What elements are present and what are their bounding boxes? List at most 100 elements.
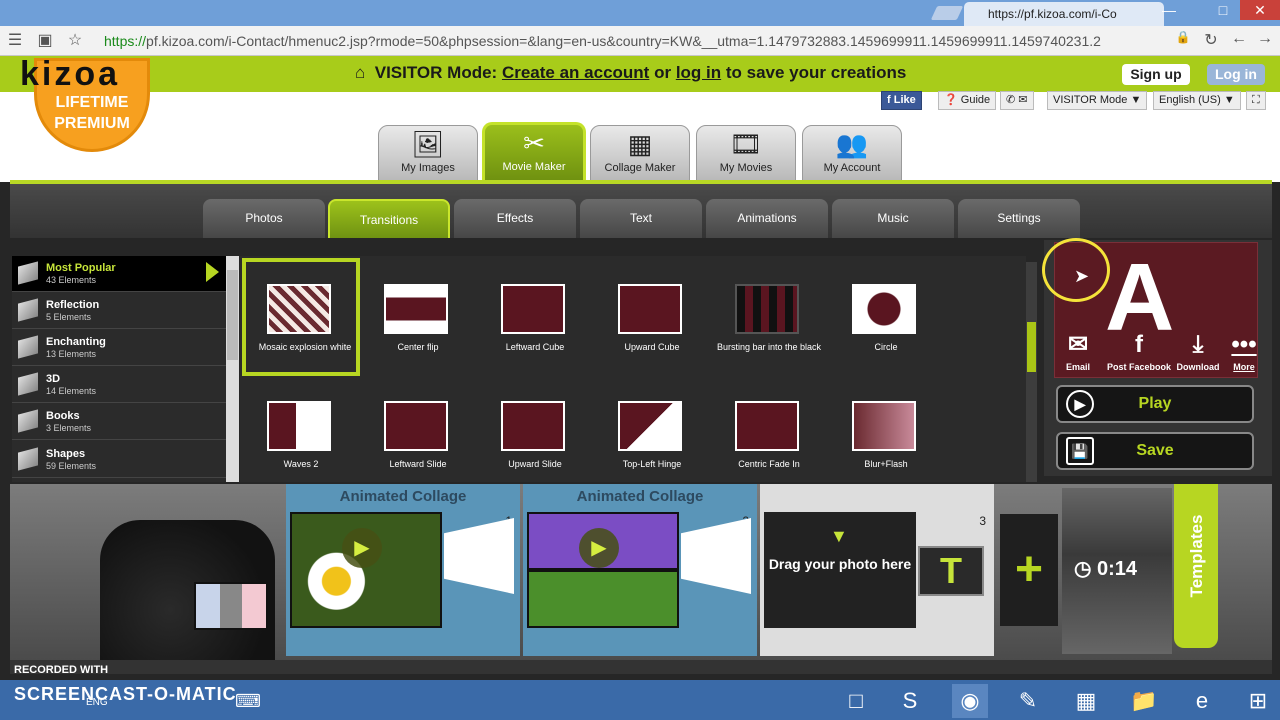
back-icon[interactable]: ← — [1228, 30, 1250, 48]
forward-icon[interactable]: → — [1254, 30, 1276, 48]
category-3d[interactable]: 3D 14 Elements — [12, 367, 226, 403]
house-icon[interactable]: ⌂ — [355, 63, 365, 82]
category-reflection[interactable]: Reflection 5 Elements — [12, 293, 226, 329]
subtab-text[interactable]: Text — [580, 199, 702, 238]
app-icon[interactable]: ✎ — [1010, 684, 1046, 718]
book-icon — [18, 298, 38, 322]
windows-start-icon[interactable]: ⊞ — [1240, 684, 1276, 718]
facebook-like-button[interactable]: f Like — [881, 91, 922, 110]
tab-collage-maker[interactable]: ▦ Collage Maker — [590, 125, 690, 181]
log-in-link[interactable]: log in — [676, 63, 721, 82]
menu-icon[interactable]: ☰ — [4, 30, 26, 50]
subtab-settings[interactable]: Settings — [958, 199, 1080, 238]
scroll-thumb[interactable] — [227, 270, 238, 360]
timeline-scrollbar[interactable] — [10, 660, 1272, 674]
templates-tab[interactable]: Templates — [1174, 484, 1218, 648]
office-icon[interactable]: ▦ — [1068, 684, 1104, 718]
email-share[interactable]: ✉ Email — [1058, 328, 1098, 372]
close-icon[interactable]: ✕ — [1240, 0, 1280, 20]
snipping-tool-icon[interactable]: □ — [838, 684, 874, 718]
add-slide-button[interactable]: + — [1000, 514, 1058, 626]
transition-mosaic-explosion-white[interactable]: Mosaic explosion white — [242, 258, 360, 376]
category-count: 59 Elements — [46, 461, 97, 471]
transition-upward-slide[interactable]: Upward Slide — [476, 375, 594, 493]
transition-label: Top-Left Hinge — [622, 459, 682, 469]
tab-my-account[interactable]: 👥 My Account — [802, 125, 902, 181]
internet-explorer-icon[interactable]: e — [1184, 684, 1220, 718]
download-share[interactable]: ⤓ Download — [1174, 328, 1222, 372]
play-button[interactable]: ▶ Play — [1056, 385, 1254, 423]
kizoa-logo[interactable]: kizoa — [20, 55, 120, 94]
facebook-share[interactable]: f Post Facebook — [1102, 328, 1176, 372]
guide-button[interactable]: ❓ Guide — [938, 91, 997, 110]
chrome-icon[interactable]: ◉ — [952, 684, 988, 718]
play-icon[interactable]: ▶ — [579, 528, 619, 568]
fullscreen-icon[interactable]: ⛶ — [1246, 91, 1266, 110]
transition-blur-flash[interactable]: Blur+Flash — [827, 375, 945, 493]
save-button[interactable]: 💾 Save — [1056, 432, 1254, 470]
visitor-mode-select[interactable]: VISITOR Mode ▼ — [1047, 91, 1148, 110]
folder-icon[interactable]: 📁 — [1126, 684, 1162, 718]
transition-center-flip[interactable]: Center flip — [359, 258, 477, 376]
subtab-photos[interactable]: Photos — [203, 199, 325, 238]
maximize-icon[interactable]: □ — [1208, 0, 1238, 20]
category-scrollbar[interactable] — [226, 256, 239, 482]
tab-movie-maker[interactable]: ✂ Movie Maker — [482, 122, 586, 182]
subtab-animations[interactable]: Animations — [706, 199, 828, 238]
sign-up-button[interactable]: Sign up — [1122, 64, 1190, 85]
skype-icon[interactable]: S — [892, 684, 928, 718]
category-enchanting[interactable]: Enchanting 13 Elements — [12, 330, 226, 366]
language-indicator[interactable]: ENG — [86, 697, 108, 708]
transition-centric-fade-in[interactable]: Centric Fade In — [710, 375, 828, 493]
subtab-music[interactable]: Music — [832, 199, 954, 238]
home-icon[interactable]: ▣ — [34, 30, 56, 50]
transition-circle[interactable]: Circle — [827, 258, 945, 376]
language-label: English (US) — [1159, 94, 1221, 106]
category-books[interactable]: Books 3 Elements — [12, 404, 226, 440]
contact-button[interactable]: ✆ ✉ — [1000, 91, 1034, 110]
add-text-button[interactable]: T — [918, 546, 984, 596]
transition-top-left-hinge[interactable]: Top-Left Hinge — [593, 375, 711, 493]
timeline-slot-1[interactable]: Animated Collage 1 ▶ — [286, 484, 520, 656]
subtab-transitions[interactable]: Transitions — [328, 199, 450, 238]
transition-waves-2[interactable]: Waves 2 — [242, 375, 360, 493]
url-field[interactable]: https://pf.kizoa.com/i-Contact/hmenuc2.j… — [104, 31, 1170, 51]
star-icon[interactable]: ☆ — [64, 30, 86, 50]
duration-display: ◷ 0:14 — [1074, 556, 1137, 581]
transition-marker[interactable] — [444, 518, 514, 594]
tab-my-images[interactable]: 🖼 My Images — [378, 125, 478, 181]
scroll-thumb[interactable] — [1027, 322, 1036, 372]
transition-label: Circle — [874, 342, 898, 352]
transition-thumbnail — [618, 284, 682, 334]
transition-label: Mosaic explosion white — [258, 342, 352, 352]
drop-zone[interactable]: ▼ Drag your photo here — [764, 512, 916, 628]
tab-label: My Movies — [719, 162, 773, 174]
subtab-effects[interactable]: Effects — [454, 199, 576, 238]
more-share[interactable]: ••• More — [1228, 328, 1260, 372]
log-in-button[interactable]: Log in — [1207, 64, 1265, 85]
minimize-icon[interactable]: — — [1154, 0, 1184, 20]
transition-bursting-bar-into-the-black[interactable]: Bursting bar into the black — [710, 258, 828, 376]
category-shapes[interactable]: Shapes 59 Elements — [12, 442, 226, 478]
transition-marker[interactable] — [681, 518, 751, 594]
book-icon — [18, 372, 38, 396]
transition-label: Leftward Cube — [505, 342, 565, 352]
transition-label: Leftward Slide — [389, 459, 447, 469]
create-account-link[interactable]: Create an account — [502, 63, 649, 82]
collage-icon: ▦ — [627, 129, 653, 159]
like-label: Like — [893, 94, 916, 106]
tab-my-movies[interactable]: 🎞 My Movies — [696, 125, 796, 181]
transitions-scrollbar[interactable] — [1026, 262, 1037, 482]
reload-icon[interactable]: ↻ — [1200, 30, 1222, 50]
transition-leftward-slide[interactable]: Leftward Slide — [359, 375, 477, 493]
browser-tab[interactable]: https://pf.kizoa.com/i-Co — [964, 2, 1164, 26]
timeline-slot-2[interactable]: Animated Collage 2 ▶ — [523, 484, 757, 656]
play-icon[interactable]: ▶ — [342, 528, 382, 568]
transition-leftward-cube[interactable]: Leftward Cube — [476, 258, 594, 376]
language-select[interactable]: English (US) ▼ — [1153, 91, 1241, 110]
keyboard-icon[interactable]: ⌨ — [230, 684, 266, 718]
category-most-popular[interactable]: Most Popular 43 Elements — [12, 256, 226, 292]
transition-upward-cube[interactable]: Upward Cube — [593, 258, 711, 376]
play-arrow-icon — [206, 262, 219, 282]
screen: https://pf.kizoa.com/i-Co — □ ✕ ☰ ▣ ☆ ht… — [0, 0, 1280, 720]
